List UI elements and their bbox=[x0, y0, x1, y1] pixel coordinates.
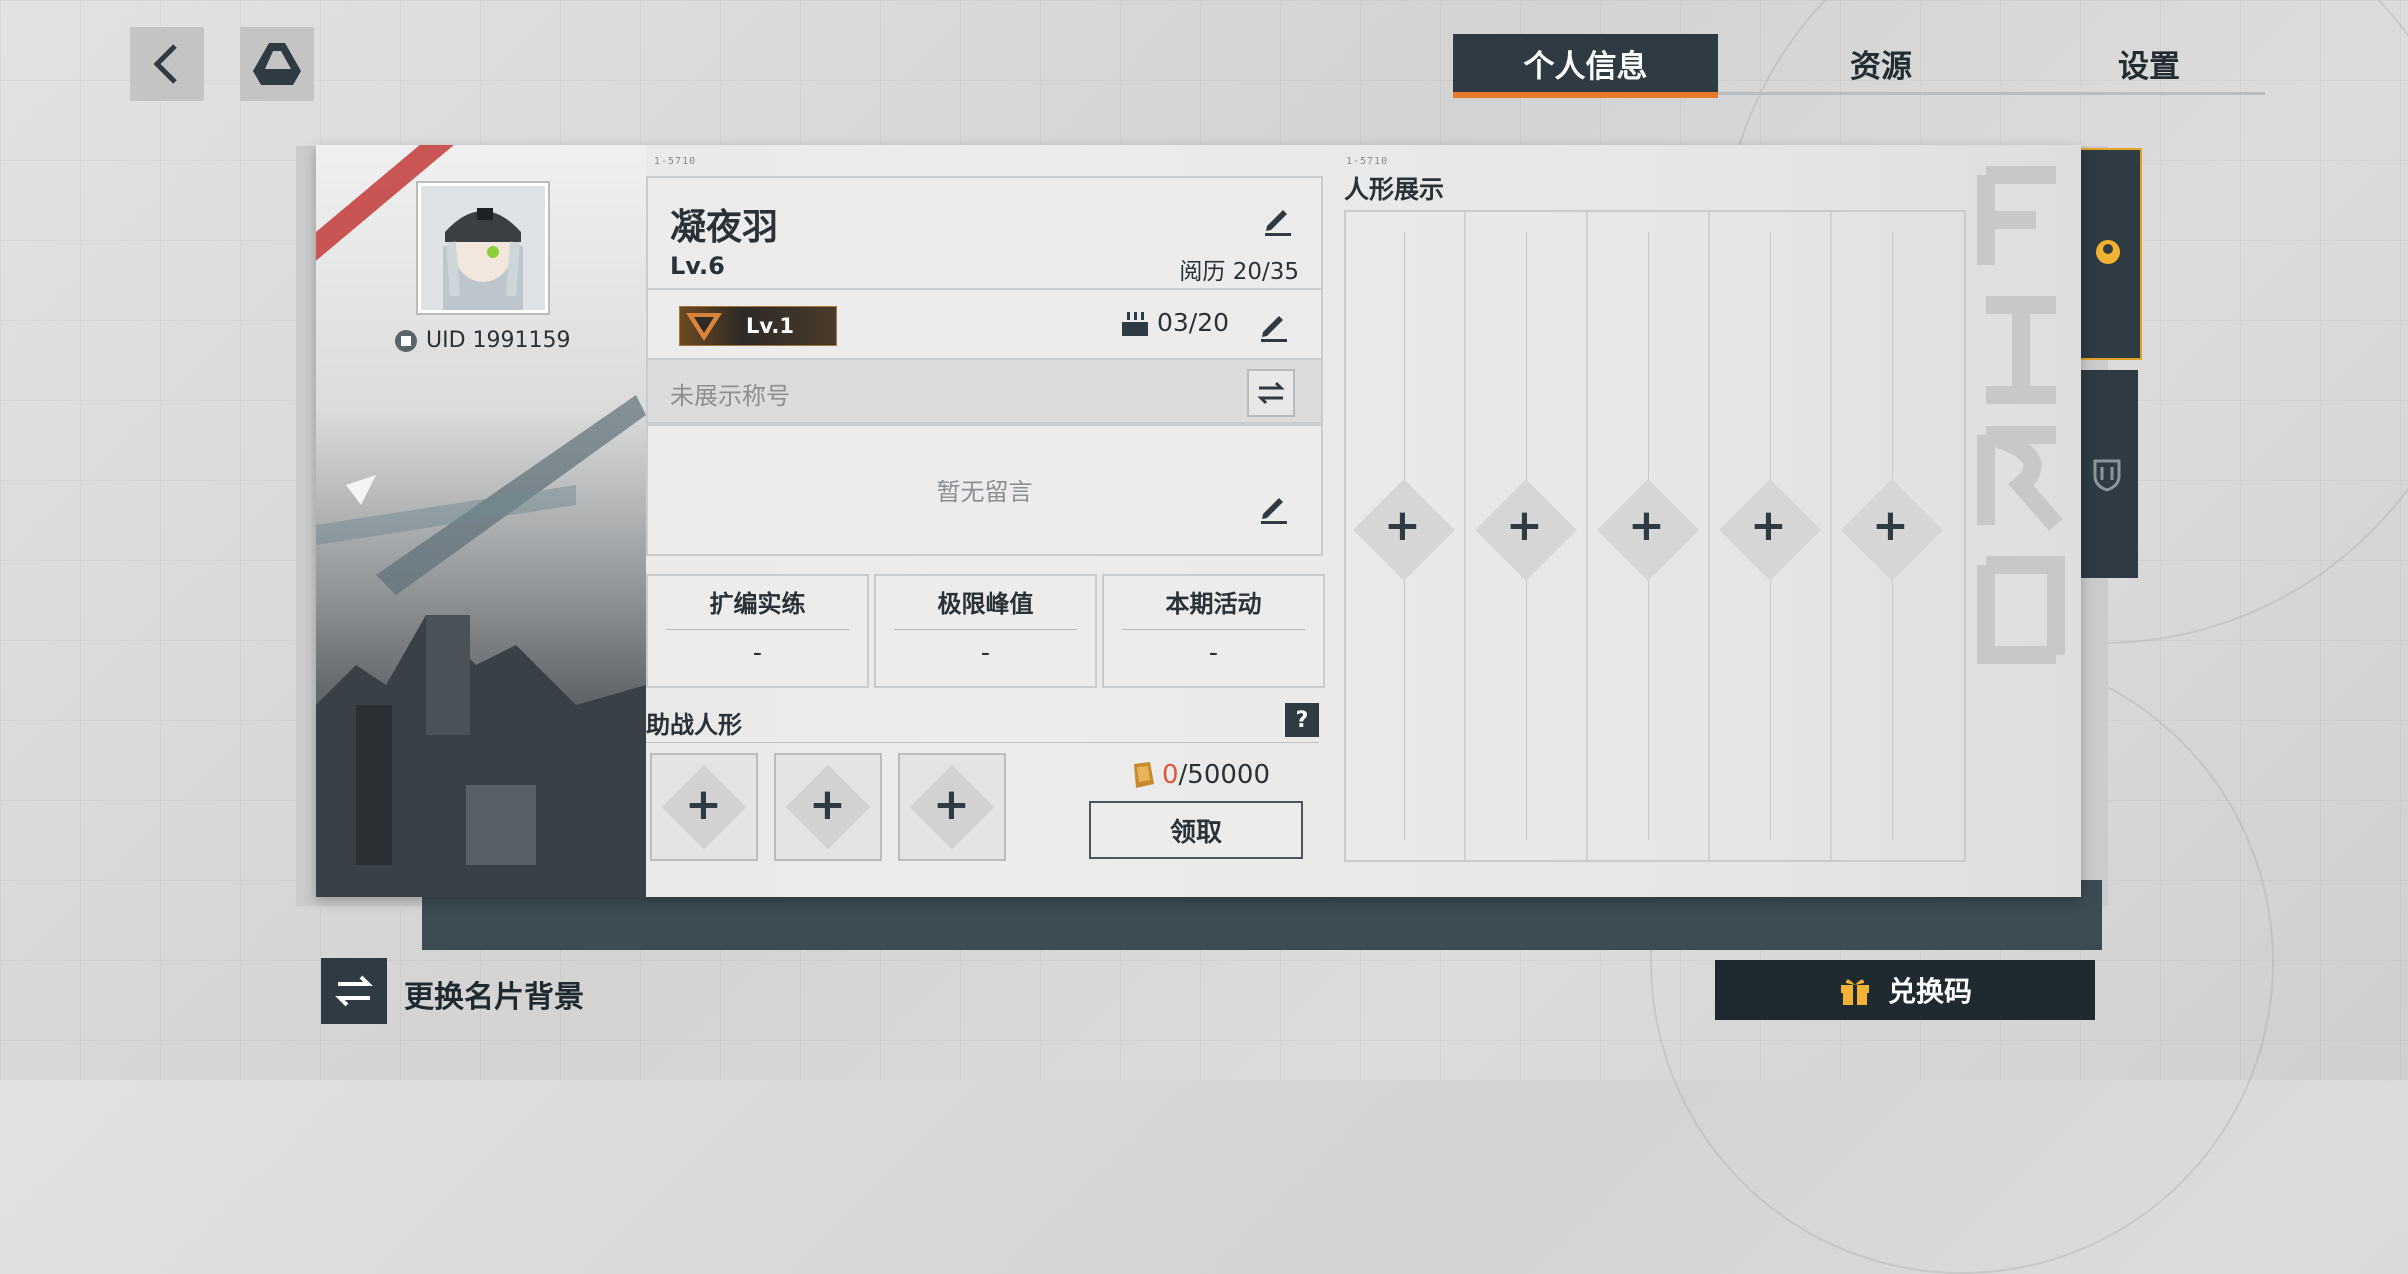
panel-code: 1-5710 bbox=[654, 156, 697, 167]
display-slot[interactable]: + bbox=[1834, 212, 1952, 860]
plus-icon: + bbox=[1384, 500, 1421, 551]
edit-name-icon[interactable] bbox=[1261, 202, 1295, 236]
edit-message-icon[interactable] bbox=[1257, 490, 1291, 524]
display-slot[interactable]: + bbox=[1712, 212, 1832, 860]
plus-icon: + bbox=[933, 779, 970, 830]
experience-text: 阅历 20/35 bbox=[1179, 259, 1299, 285]
stat-divider bbox=[894, 629, 1077, 630]
character-portrait bbox=[421, 186, 545, 310]
support-slot[interactable]: + bbox=[774, 753, 882, 861]
stat-value: - bbox=[980, 638, 991, 668]
message-placeholder: 暂无留言 bbox=[936, 478, 1033, 506]
stat-divider bbox=[666, 629, 849, 630]
stat-label: 极限峰值 bbox=[937, 590, 1034, 618]
stat-current-event[interactable]: 本期活动 - bbox=[1102, 574, 1325, 688]
reward-total: /50000 bbox=[1178, 760, 1271, 790]
plus-icon: + bbox=[685, 779, 722, 830]
help-button[interactable]: ? bbox=[1285, 703, 1319, 737]
swap-icon bbox=[1257, 381, 1285, 405]
stat-label: 本期活动 bbox=[1165, 590, 1262, 618]
card-watermark bbox=[1966, 155, 2076, 715]
uid-text: UID 1991159 bbox=[426, 328, 571, 353]
back-button[interactable] bbox=[130, 27, 204, 101]
badge-level-text: Lv.1 bbox=[746, 314, 794, 338]
side-tab-profile[interactable] bbox=[2076, 148, 2142, 360]
tab-label: 设置 bbox=[2118, 48, 2180, 85]
display-slot[interactable]: + bbox=[1346, 212, 1466, 860]
change-background-button[interactable] bbox=[321, 958, 387, 1024]
panel-code: 1-5710 bbox=[1346, 156, 1389, 167]
stat-divider bbox=[1122, 629, 1305, 630]
shield-icon bbox=[2093, 459, 2121, 492]
stat-value: - bbox=[1208, 638, 1219, 668]
name-panel: 凝夜羽 Lv.6 阅历 20/35 bbox=[646, 176, 1323, 290]
plus-icon: + bbox=[1750, 500, 1787, 551]
triangle-logo-icon bbox=[253, 43, 301, 85]
plus-icon: + bbox=[1506, 500, 1543, 551]
switch-title-button[interactable] bbox=[1247, 369, 1295, 417]
claim-button[interactable]: 领取 bbox=[1089, 801, 1303, 859]
change-background-label[interactable]: 更换名片背景 bbox=[404, 972, 584, 1016]
plus-icon: + bbox=[809, 779, 846, 830]
player-name: 凝夜羽 bbox=[670, 207, 779, 248]
title-row: 未展示称号 bbox=[646, 358, 1323, 424]
edit-badge-icon[interactable] bbox=[1257, 308, 1291, 342]
home-button[interactable] bbox=[240, 27, 314, 101]
stat-expansion-drill[interactable]: 扩编实练 - bbox=[646, 574, 869, 688]
display-title: 人形展示 bbox=[1344, 175, 1445, 204]
rank-chevron-icon bbox=[686, 313, 722, 341]
stat-peak-value[interactable]: 极限峰值 - bbox=[874, 574, 1097, 688]
circle-emblem-icon bbox=[2096, 240, 2120, 264]
redeem-code-button[interactable]: 兑换码 bbox=[1715, 960, 2095, 1020]
level-badge[interactable]: Lv.1 bbox=[679, 306, 837, 346]
redeem-label: 兑换码 bbox=[1887, 975, 1972, 1008]
stat-value: - bbox=[752, 638, 763, 668]
copy-icon bbox=[395, 329, 417, 352]
tab-label: 个人信息 bbox=[1523, 48, 1648, 85]
cake-count: 03/20 bbox=[1156, 308, 1229, 337]
tab-settings[interactable]: 设置 bbox=[2033, 34, 2265, 92]
message-box[interactable]: 暂无留言 bbox=[646, 424, 1323, 556]
tab-resources[interactable]: 资源 bbox=[1765, 34, 1997, 92]
support-slot[interactable]: + bbox=[650, 753, 758, 861]
support-title: 助战人形 bbox=[646, 711, 742, 739]
tab-profile[interactable]: 个人信息 bbox=[1453, 34, 1718, 98]
player-level: Lv.6 bbox=[670, 252, 725, 280]
display-slot[interactable]: + bbox=[1468, 212, 1588, 860]
doll-display-area: + + + + + bbox=[1344, 210, 1966, 862]
display-slot[interactable]: + bbox=[1590, 212, 1710, 860]
side-tab-badge[interactable] bbox=[2076, 370, 2138, 578]
cake-icon bbox=[1122, 312, 1148, 336]
gift-icon bbox=[1840, 979, 1869, 1005]
plus-icon: + bbox=[1628, 500, 1665, 551]
tab-label: 资源 bbox=[1850, 48, 1912, 85]
gold-bar-icon bbox=[1134, 762, 1154, 788]
support-divider bbox=[646, 742, 1319, 743]
chevron-left-icon bbox=[153, 44, 177, 84]
reward-current: 0 bbox=[1162, 760, 1179, 790]
stat-label: 扩编实练 bbox=[709, 590, 806, 618]
reward-counter: 0/50000 bbox=[1128, 760, 1270, 790]
support-slot[interactable]: + bbox=[898, 753, 1006, 861]
plus-icon: + bbox=[1872, 500, 1909, 551]
avatar[interactable] bbox=[418, 183, 548, 313]
tab-bar: 个人信息 资源 设置 bbox=[1453, 34, 2265, 98]
title-placeholder: 未展示称号 bbox=[670, 382, 790, 410]
uid-label[interactable]: UID 1991159 bbox=[394, 328, 571, 353]
swap-icon bbox=[335, 975, 373, 1007]
